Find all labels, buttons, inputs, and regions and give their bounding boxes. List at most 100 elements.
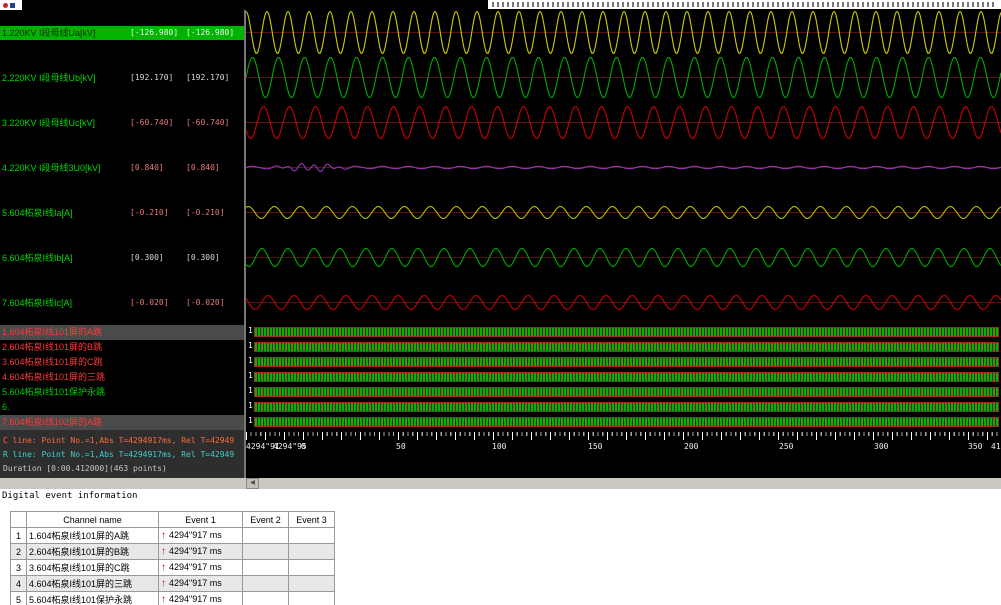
- analog-channel-row[interactable]: 2.220KV I段母线Ub[kV][192.170][192.170]: [0, 71, 244, 85]
- digital-channel-name: 4.604柘泉I线101屏的三跳: [0, 372, 105, 382]
- digital-channel-label[interactable]: 2.604柘泉I线101屏的B跳: [0, 340, 244, 355]
- digital-channel-label[interactable]: 6.: [0, 400, 244, 415]
- event-table-header-cell: [11, 512, 27, 528]
- analog-channel-name: 7.604柘泉I线Ic[A]: [2, 296, 72, 310]
- event-table-header-row: Channel nameEvent 1Event 2Event 3: [11, 512, 335, 528]
- event-rising-edge-icon: ↑: [161, 578, 166, 589]
- c-line: C line: Point No.=1,Abs T=4294917ms, Rel…: [3, 434, 244, 448]
- digital-cursor-value: 1: [248, 356, 253, 365]
- analog-channel-value-1: [-126.980]: [130, 26, 178, 40]
- event-table-row[interactable]: 33.604柘泉I线101屏的C跳↑4294"917 ms: [11, 560, 335, 576]
- axis-tick-label: 0: [301, 442, 306, 451]
- event-table-header-cell: Event 2: [243, 512, 289, 528]
- digital-cursor-value: 1: [248, 341, 253, 350]
- digital-channel-name: 2.604柘泉I线101屏的B跳: [0, 342, 102, 352]
- digital-trace-row: 1: [246, 340, 1001, 355]
- event-rising-edge-icon: ↑: [161, 594, 166, 605]
- horizontal-scrollbar[interactable]: ◀: [0, 478, 1001, 489]
- r-line: R line: Point No.=1,Abs T=4294917ms, Rel…: [3, 448, 244, 462]
- event-channel-name: 3.604柘泉I线101屏的C跳: [27, 560, 159, 576]
- app-icon[interactable]: [10, 3, 15, 8]
- event-time: 4294"917 ms: [169, 562, 222, 572]
- analog-channel-panel: 1.220KV I段母线Ua[kV] [-126.980] [-126.980] 2.…: [0, 10, 244, 325]
- analog-channel-row[interactable]: 1.220KV I段母线Ua[kV] [-126.980] [-126.980]: [0, 26, 244, 40]
- digital-cursor-value: 1: [248, 386, 253, 395]
- digital-trace-bar: [254, 342, 999, 352]
- analog-channel-value-2: [192.170]: [186, 71, 229, 85]
- event-row-number: 5: [11, 592, 27, 605]
- axis-tick-label: 50: [396, 442, 406, 451]
- analog-channel-name: 1.220KV I段母线Ua[kV]: [2, 26, 96, 40]
- analog-channel-row[interactable]: 3.220KV I段母线Uc[kV][-60.740][-60.740]: [0, 116, 244, 130]
- digital-channel-label[interactable]: 1.604柘泉I线101屏的A跳: [0, 325, 244, 340]
- event-2-cell: [243, 592, 289, 605]
- event-channel-name: 2.604柘泉I线101屏的B跳: [27, 544, 159, 560]
- event-1-cell: ↑4294"917 ms: [159, 592, 243, 605]
- analog-channel-value-1: [-0.210]: [130, 206, 169, 220]
- event-rising-edge-icon: ↑: [161, 562, 166, 573]
- digital-cursor-value: 1: [248, 371, 253, 380]
- digital-channel-panel: 1.604柘泉I线101屏的A跳 2.604柘泉I线101屏的B跳 3.604柘泉I…: [0, 325, 244, 430]
- event-table-header-cell: Event 3: [289, 512, 335, 528]
- event-table-header-cell: Channel name: [27, 512, 159, 528]
- event-table-row[interactable]: 44.604柘泉I线101屏的三跳↑4294"917 ms: [11, 576, 335, 592]
- analog-channel-value-1: [-0.020]: [130, 296, 169, 310]
- event-time: 4294"917 ms: [169, 594, 222, 604]
- analog-channel-row[interactable]: 4.220KV I段母线3U0[kV][0.840][0.840]: [0, 161, 244, 175]
- axis-tick-label: 300: [874, 442, 888, 451]
- analog-channel-value-1: [0.300]: [130, 251, 164, 265]
- event-table-row[interactable]: 22.604柘泉I线101屏的B跳↑4294"917 ms: [11, 544, 335, 560]
- digital-event-table: Channel nameEvent 1Event 2Event 3 11.604…: [10, 511, 335, 605]
- event-rising-edge-icon: ↑: [161, 546, 166, 557]
- digital-channel-label[interactable]: 5.604柘泉I线101保护永跳: [0, 385, 244, 400]
- cursor-status-panel: C line: Point No.=1,Abs T=4294917ms, Rel…: [0, 430, 244, 478]
- event-row-number: 4: [11, 576, 27, 592]
- analog-channel-value-2: [-126.980]: [186, 26, 234, 40]
- analog-channel-row[interactable]: 7.604柘泉I线Ic[A] [-0.020] [-0.020]: [0, 296, 244, 310]
- digital-channel-label[interactable]: 4.604柘泉I线101屏的三跳: [0, 370, 244, 385]
- event-1-cell: ↑4294"917 ms: [159, 560, 243, 576]
- analog-channel-value-2: [0.300]: [186, 251, 220, 265]
- event-1-cell: ↑4294"917 ms: [159, 544, 243, 560]
- event-time: 4294"917 ms: [169, 578, 222, 588]
- analog-channel-row[interactable]: 5.604柘泉I线Ia[A] [-0.210] [-0.210]: [0, 206, 244, 220]
- window-title-text: [492, 2, 997, 7]
- digital-channel-name: 7.604柘泉I线102屏的A跳: [0, 417, 102, 427]
- event-table-row[interactable]: 55.604柘泉I线101保护永跳↑4294"917 ms: [11, 592, 335, 605]
- analog-channel-value-2: [-0.210]: [186, 206, 225, 220]
- waveform-display[interactable]: [246, 10, 1001, 325]
- digital-trace-bar: [254, 417, 999, 427]
- analog-channel-row[interactable]: 6.604柘泉I线Ib[A][0.300][0.300]: [0, 251, 244, 265]
- event-2-cell: [243, 528, 289, 544]
- digital-trace-bar: [254, 357, 999, 367]
- digital-trace-bar: [254, 387, 999, 397]
- digital-trace-display[interactable]: 1111111: [246, 325, 1001, 430]
- digital-channel-name: 6.: [0, 402, 10, 412]
- digital-channel-name: 5.604柘泉I线101保护永跳: [0, 387, 105, 397]
- time-axis[interactable]: 4294"914294"9505010015020025030035041: [246, 430, 1001, 460]
- scroll-left-button[interactable]: ◀: [246, 478, 259, 489]
- record-icon[interactable]: [3, 3, 8, 8]
- digital-trace-row: 1: [246, 355, 1001, 370]
- digital-channel-label[interactable]: 3.604柘泉I线101屏的C跳: [0, 355, 244, 370]
- event-3-cell: [289, 592, 335, 605]
- fault-wave-analyzer-window: 1.220KV I段母线Ua[kV] [-126.980] [-126.980] 2.…: [0, 0, 1001, 605]
- event-rising-edge-icon: ↑: [161, 530, 166, 541]
- waveform-canvas[interactable]: [246, 10, 1001, 325]
- digital-channel-label[interactable]: 7.604柘泉I线102屏的A跳: [0, 415, 244, 430]
- analog-channel-value-2: [-60.740]: [186, 116, 229, 130]
- event-row-number: 3: [11, 560, 27, 576]
- digital-trace-bar: [254, 327, 999, 337]
- event-3-cell: [289, 576, 335, 592]
- event-time: 4294"917 ms: [169, 546, 222, 556]
- axis-tick-label: 200: [684, 442, 698, 451]
- axis-tick-label: 350: [968, 442, 982, 451]
- analog-channel-value-2: [-0.020]: [186, 296, 225, 310]
- event-table-header-cell: Event 1: [159, 512, 243, 528]
- event-table-row[interactable]: 11.604柘泉I线101屏的A跳↑4294"917 ms: [11, 528, 335, 544]
- event-row-number: 1: [11, 528, 27, 544]
- digital-cursor-value: 1: [248, 401, 253, 410]
- digital-channel-name: 3.604柘泉I线101屏的C跳: [0, 357, 103, 367]
- event-1-cell: ↑4294"917 ms: [159, 528, 243, 544]
- analog-channel-name: 5.604柘泉I线Ia[A]: [2, 206, 73, 220]
